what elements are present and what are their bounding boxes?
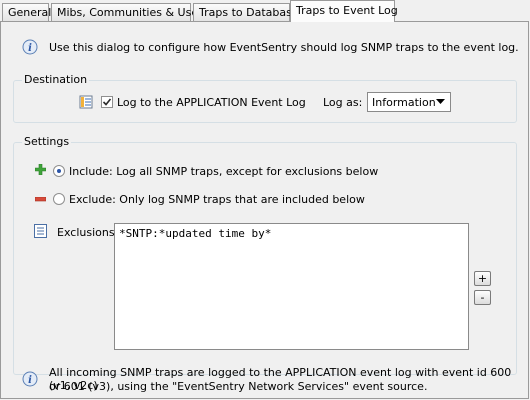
exclude-label: Exclude: Only log SNMP traps that are in… bbox=[69, 193, 365, 206]
tab-label: Mibs, Communities & Users bbox=[57, 6, 209, 19]
add-button-label: + bbox=[477, 272, 488, 285]
tab-general[interactable]: General bbox=[2, 3, 52, 21]
add-exclusion-button[interactable]: + bbox=[474, 271, 491, 286]
log-to-event-log-label: Log to the APPLICATION Event Log bbox=[117, 96, 306, 109]
tab-traps-to-database[interactable]: Traps to Database bbox=[193, 3, 299, 21]
tab-traps-to-event-log[interactable]: Traps to Event Log bbox=[290, 0, 398, 22]
tab-mibs-communities-users[interactable]: Mibs, Communities & Users bbox=[51, 3, 208, 21]
intro-text: Use this dialog to configure how EventSe… bbox=[49, 41, 519, 54]
svg-text:i: i bbox=[28, 43, 32, 54]
destination-legend: Destination bbox=[22, 73, 90, 86]
exclusions-value: *SNTP:*updated time by* bbox=[119, 227, 272, 240]
list-icon bbox=[34, 224, 47, 238]
svg-text:i: i bbox=[28, 375, 32, 386]
exclude-radio[interactable] bbox=[53, 193, 65, 205]
tab-label: Traps to Database bbox=[199, 6, 299, 19]
tab-label: Traps to Event Log bbox=[296, 4, 398, 17]
log-to-event-log-checkbox[interactable] bbox=[101, 96, 113, 108]
minus-icon bbox=[35, 197, 46, 202]
plus-icon bbox=[35, 164, 46, 175]
radio-selected-dot bbox=[57, 169, 61, 173]
tab-label: General bbox=[8, 6, 52, 19]
info-icon: i bbox=[22, 371, 38, 387]
remove-exclusion-button[interactable]: - bbox=[474, 290, 491, 305]
include-radio[interactable] bbox=[53, 165, 65, 177]
include-label: Include: Log all SNMP traps, except for … bbox=[69, 165, 379, 178]
settings-legend: Settings bbox=[22, 135, 72, 148]
log-as-label: Log as: bbox=[323, 96, 363, 109]
log-as-select[interactable]: Information bbox=[367, 92, 451, 112]
footer-info-line2: or 601 (v3), using the "EventSentry Netw… bbox=[49, 380, 428, 393]
chevron-down-icon bbox=[436, 99, 445, 105]
exclusions-textarea[interactable]: *SNTP:*updated time by* bbox=[114, 223, 469, 350]
log-as-value: Information bbox=[372, 96, 436, 109]
remove-button-label: - bbox=[480, 291, 485, 304]
info-icon: i bbox=[22, 39, 38, 55]
tab-strip: General Mibs, Communities & Users Traps … bbox=[0, 0, 530, 22]
exclusions-label: Exclusions: bbox=[57, 226, 119, 239]
tab-panel: i Use this dialog to configure how Event… bbox=[0, 21, 529, 399]
event-log-icon bbox=[79, 95, 93, 109]
